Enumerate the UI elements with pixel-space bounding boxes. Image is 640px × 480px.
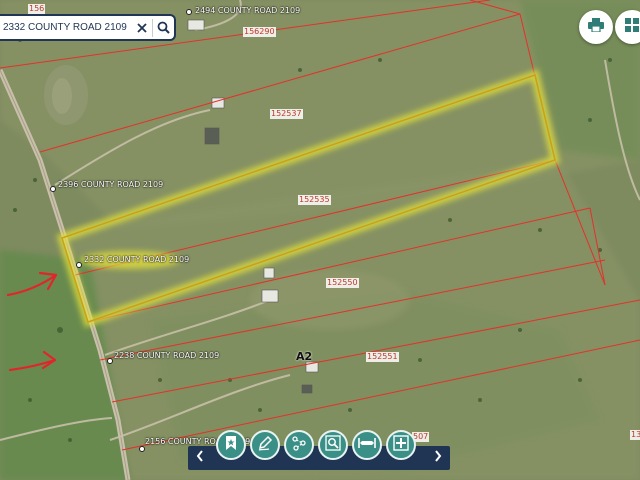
printer-icon: [588, 17, 604, 37]
address-point[interactable]: [50, 186, 56, 192]
bookmark-tool-button[interactable]: [216, 430, 246, 460]
road-label-2396: 2396 COUNTY ROAD 2109: [58, 180, 164, 189]
toolbar-next-button[interactable]: [426, 446, 450, 470]
toolbar-prev-button[interactable]: [188, 446, 212, 470]
search-bar: [0, 14, 176, 41]
width-measure-tool-button[interactable]: [352, 430, 382, 460]
parcel-label-156[interactable]: 156: [28, 4, 46, 14]
address-point[interactable]: [139, 446, 145, 452]
add-icon: [393, 434, 409, 456]
address-point[interactable]: [76, 262, 82, 268]
parcel-label-152535[interactable]: 152535: [298, 195, 331, 205]
parcel-label-152537[interactable]: 152537: [270, 109, 303, 119]
parcel-label-13[interactable]: 13: [630, 430, 640, 440]
road-label-2238: 2238 COUNTY ROAD 2109: [114, 351, 220, 360]
print-button[interactable]: [579, 10, 613, 44]
measure-icon: [291, 435, 307, 456]
grid-icon: [625, 17, 639, 37]
parcel-label-152551[interactable]: 152551: [366, 352, 399, 362]
road-label-2332: 2332 COUNTY ROAD 2109: [84, 255, 190, 264]
width-measure-icon: [358, 436, 376, 455]
address-point[interactable]: [107, 358, 113, 364]
map-canvas[interactable]: [0, 0, 640, 480]
identify-tool-button[interactable]: [318, 430, 348, 460]
measure-tool-button[interactable]: [284, 430, 314, 460]
road-label-2494: 2494 COUNTY ROAD 2109: [195, 6, 301, 15]
draw-icon: [257, 435, 273, 456]
add-tool-button[interactable]: [386, 430, 416, 460]
bookmark-icon: [224, 435, 238, 456]
draw-tool-button[interactable]: [250, 430, 280, 460]
parcel-label-156290[interactable]: 156290: [243, 27, 276, 37]
search-icon[interactable]: [153, 17, 174, 39]
search-input[interactable]: [0, 21, 131, 34]
parcel-label-152550[interactable]: 152550: [326, 278, 359, 288]
chevron-right-icon: [434, 449, 442, 467]
map-marker-label: A2: [296, 350, 313, 363]
chevron-left-icon: [196, 449, 204, 467]
identify-icon: [325, 434, 341, 456]
address-point[interactable]: [186, 9, 192, 15]
close-icon[interactable]: [131, 17, 152, 39]
